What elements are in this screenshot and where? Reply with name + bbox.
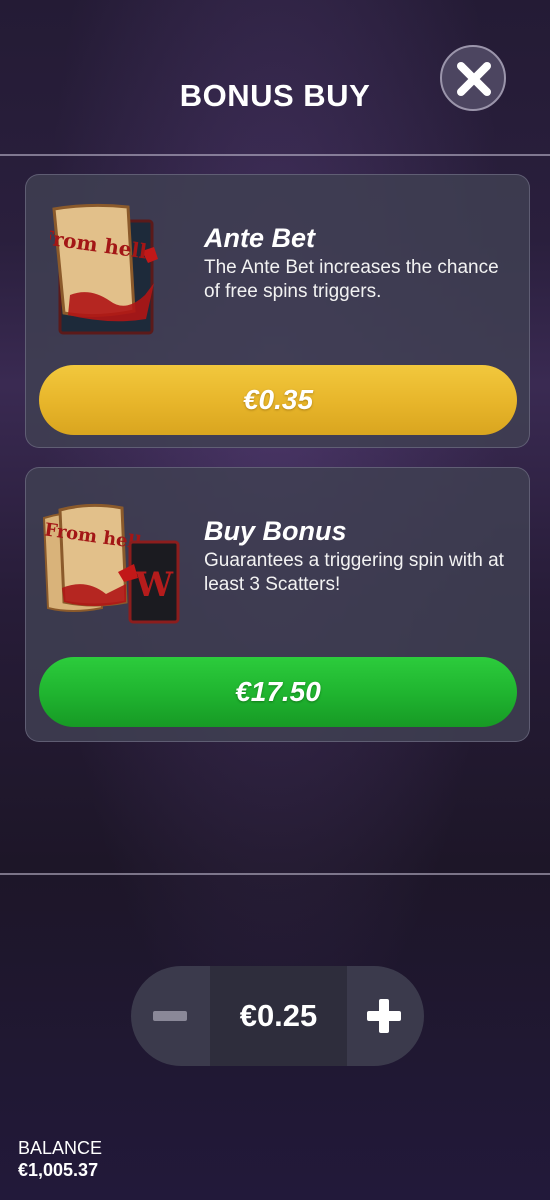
minus-icon bbox=[153, 1011, 187, 1021]
close-icon bbox=[457, 62, 491, 96]
close-button[interactable] bbox=[440, 45, 506, 111]
footer-divider bbox=[0, 873, 550, 875]
increase-bet-button[interactable] bbox=[347, 966, 424, 1066]
header-divider bbox=[0, 154, 550, 156]
buy-bonus-price-button[interactable]: €17.50 bbox=[39, 657, 517, 727]
plus-icon bbox=[367, 999, 401, 1033]
card-title: Ante Bet bbox=[204, 223, 316, 253]
art-symbol: W bbox=[134, 565, 174, 605]
bet-stepper: €0.25 bbox=[131, 966, 424, 1066]
buy-bonus-card: From hell W Buy Bonus Guarantees a trigg… bbox=[25, 467, 530, 742]
scroll-and-symbol-art-icon: From hell W bbox=[42, 503, 180, 624]
scroll-art-icon: From hell bbox=[50, 203, 158, 335]
card-description: Guarantees a triggering spin with at lea… bbox=[204, 550, 504, 595]
bet-value: €0.25 bbox=[239, 998, 318, 1033]
balance-value: €1,005.37 bbox=[18, 1160, 99, 1180]
ante-bet-card: From hell Ante Bet The Ante Bet increase… bbox=[25, 174, 530, 448]
ante-bet-price-button[interactable]: €0.35 bbox=[39, 365, 517, 435]
card-description: The Ante Bet increases the chance of fre… bbox=[204, 257, 499, 302]
decrease-bet-button[interactable] bbox=[131, 966, 210, 1066]
balance-label: BALANCE bbox=[18, 1138, 103, 1158]
card-title: Buy Bonus bbox=[204, 516, 347, 546]
